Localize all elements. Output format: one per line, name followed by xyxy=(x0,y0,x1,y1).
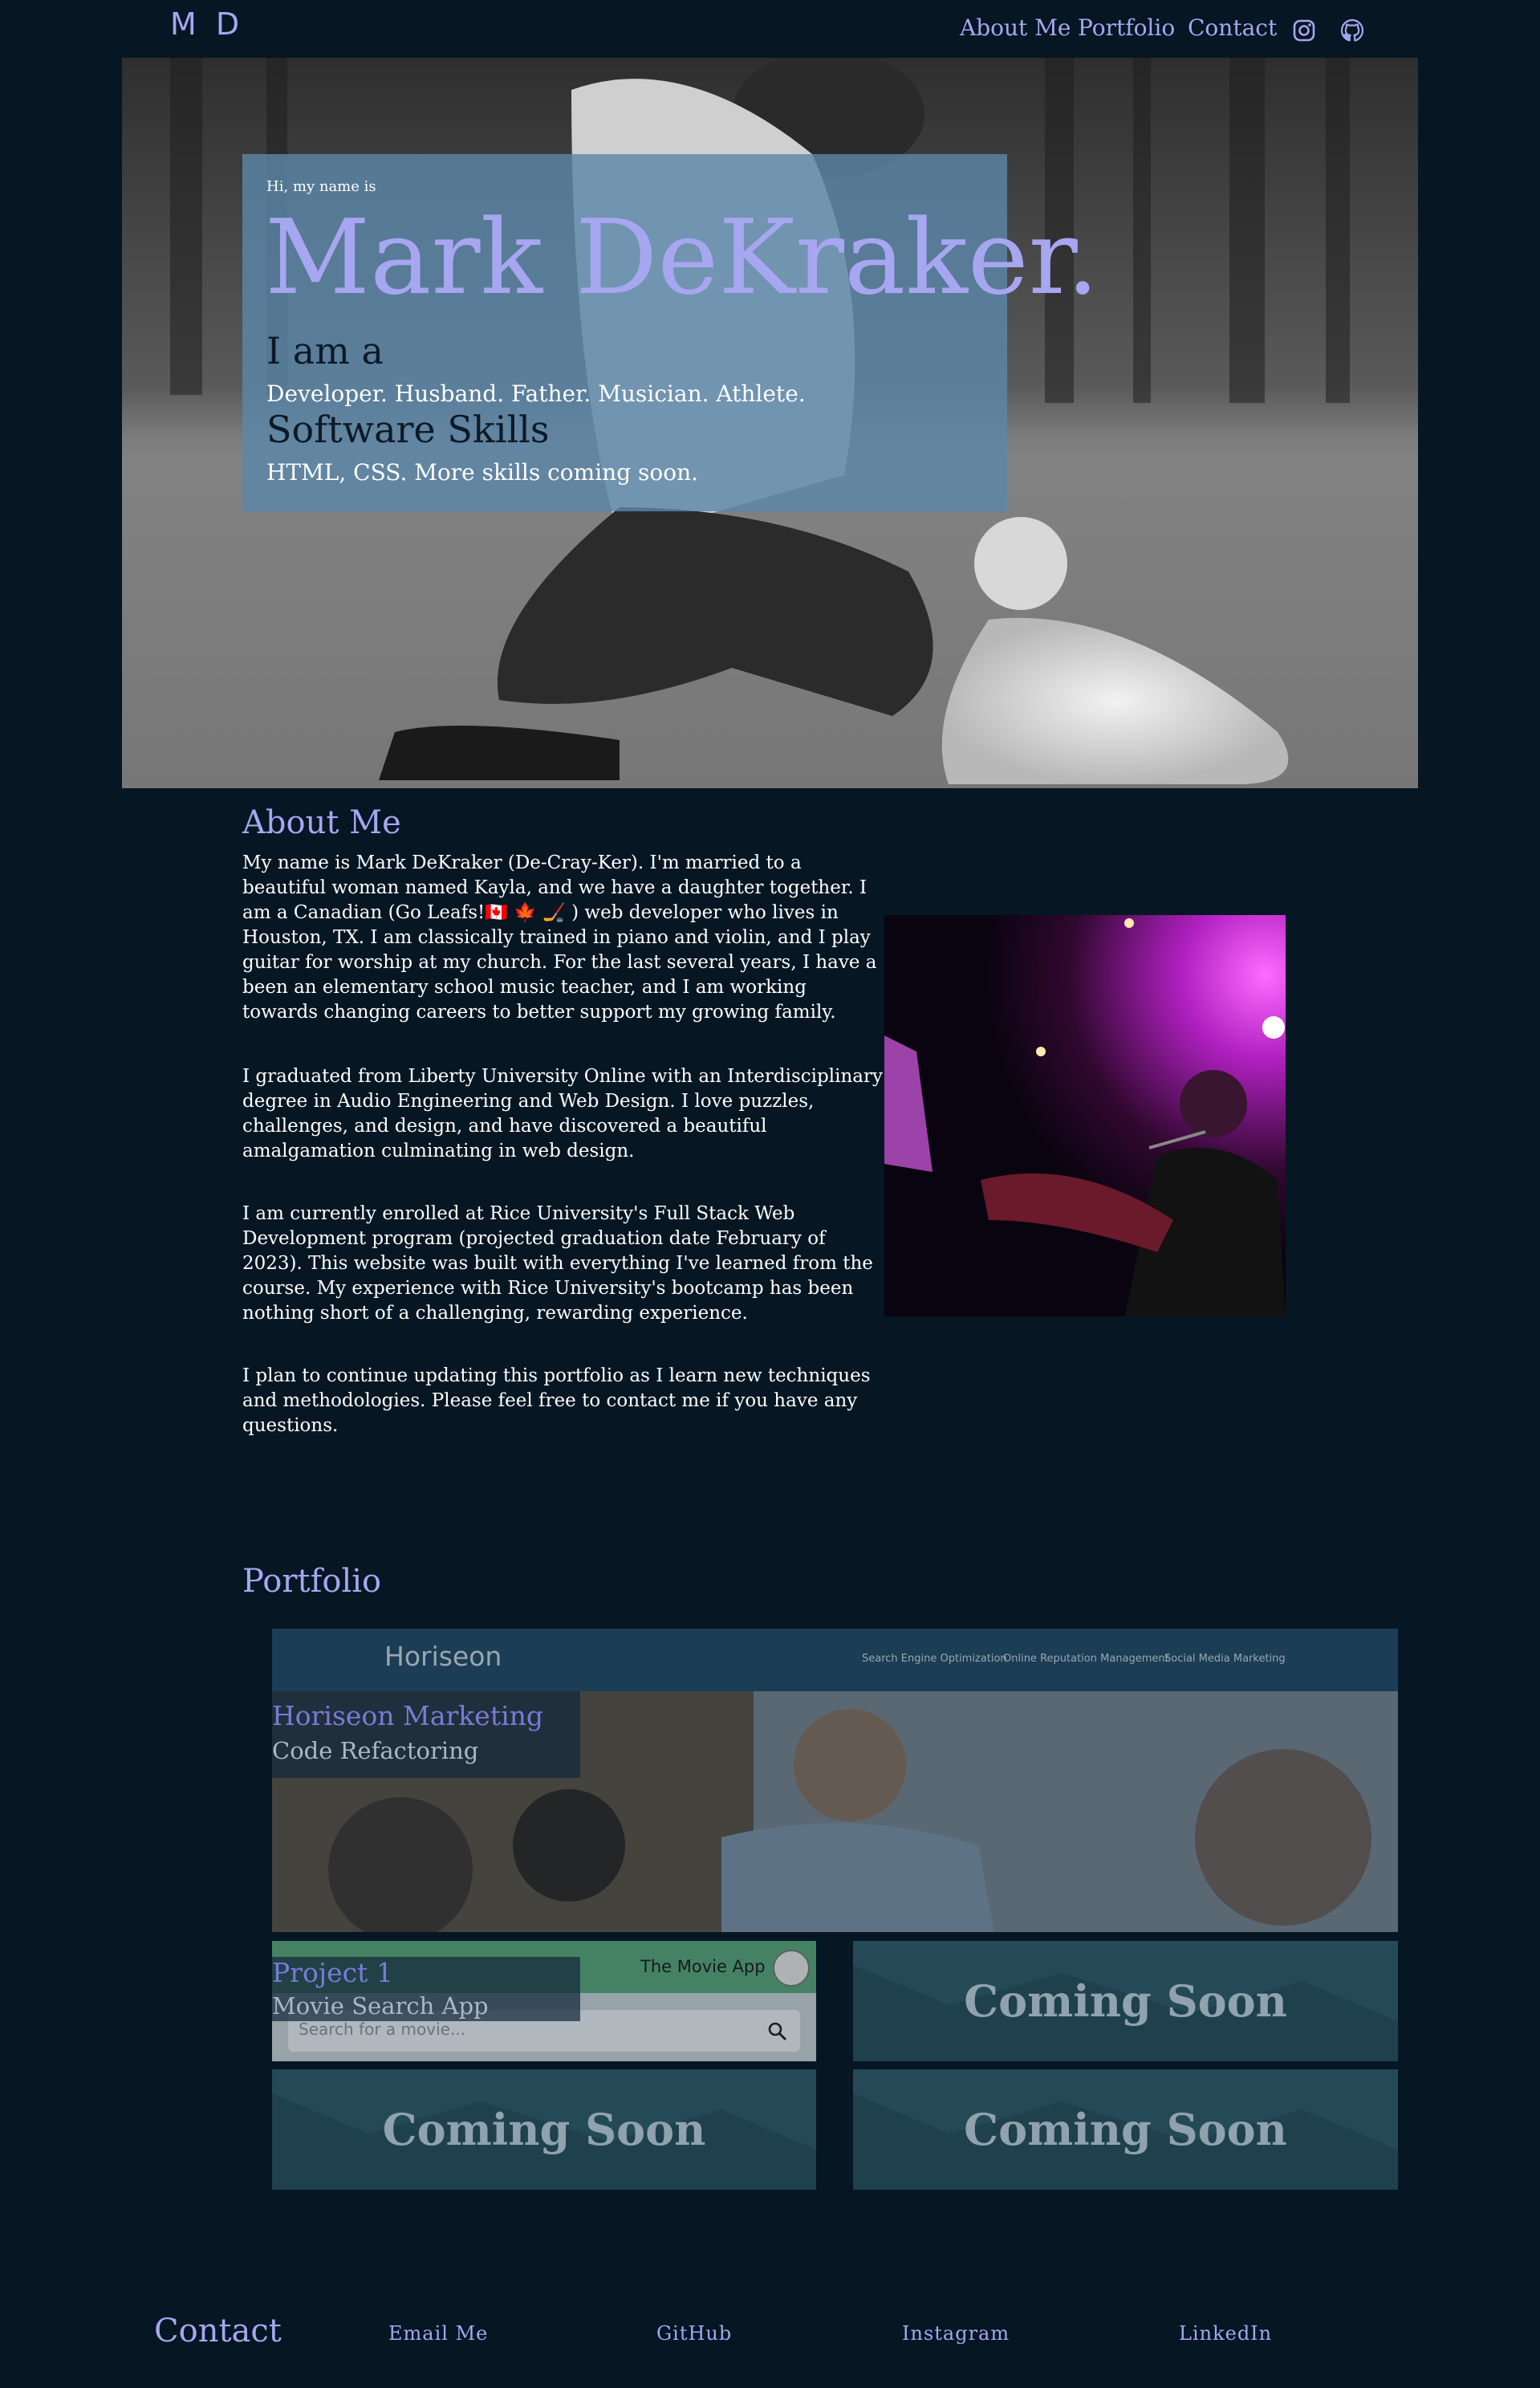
portfolio-title: Portfolio xyxy=(242,1563,382,1600)
iam-heading: I am a xyxy=(266,329,384,372)
project-1-title[interactable]: Project 1 xyxy=(272,1957,393,1988)
about-paragraph-3: I am currently enrolled at Rice Universi… xyxy=(242,1203,873,1324)
intro-name: Mark DeKraker. xyxy=(265,198,1099,318)
coming-soon-text-1: Coming Soon xyxy=(964,1975,1287,2027)
horiseon-nav-2: Online Reputation Management xyxy=(1003,1653,1169,1665)
coming-soon-text-3: Coming Soon xyxy=(964,2104,1287,2155)
about-paragraph-4: I plan to continue updating this portfol… xyxy=(242,1365,871,1436)
about-paragraph-2: I graduated from Liberty University Onli… xyxy=(242,1066,883,1161)
horiseon-nav-3: Social Media Marketing xyxy=(1164,1653,1286,1665)
contact-instagram-link[interactable]: Instagram xyxy=(902,2322,1010,2345)
contact-linkedin-link[interactable]: LinkedIn xyxy=(1179,2322,1272,2345)
about-photo xyxy=(884,915,1286,1316)
nav-about-me[interactable]: About Me xyxy=(960,14,1071,41)
contact-github-link[interactable]: GitHub xyxy=(656,2322,732,2345)
nav-portfolio[interactable]: Portfolio xyxy=(1078,14,1175,41)
skills-text: HTML, CSS. More skills coming soon. xyxy=(266,459,699,486)
featured-project-card[interactable]: Horiseon Search Engine Optimization Onli… xyxy=(272,1629,1398,1932)
contact-title: Contact xyxy=(154,2313,282,2349)
horiseon-nav-1: Search Engine Optimization xyxy=(862,1653,1007,1665)
github-icon[interactable] xyxy=(1339,18,1365,43)
skills-heading: Software Skills xyxy=(266,408,550,451)
featured-project-title[interactable]: Horiseon Marketing xyxy=(272,1700,543,1731)
coming-soon-text-2: Coming Soon xyxy=(382,2104,706,2155)
horiseon-brand: Horiseon xyxy=(384,1641,502,1672)
instagram-icon[interactable] xyxy=(1291,18,1317,43)
coming-soon-card-3: Coming Soon xyxy=(853,2069,1398,2190)
project-1-subtitle: Movie Search App xyxy=(272,1992,489,2020)
site-logo[interactable]: M D xyxy=(170,6,244,42)
featured-project-subtitle: Code Refactoring xyxy=(272,1737,479,1764)
coming-soon-card-1: Coming Soon xyxy=(853,1941,1398,2061)
iam-text: Developer. Husband. Father. Musician. At… xyxy=(266,380,806,407)
coming-soon-card-2: Coming Soon xyxy=(272,2069,816,2190)
contact-email-link[interactable]: Email Me xyxy=(388,2322,488,2345)
project-1-card[interactable]: The Movie App Search for a movie... Proj… xyxy=(272,1941,816,2061)
about-paragraph-1: My name is Mark DeKraker (De-Cray-Ker). … xyxy=(242,852,877,1023)
about-title: About Me xyxy=(242,804,401,841)
nav-contact[interactable]: Contact xyxy=(1188,14,1277,41)
intro-greeting: Hi, my name is xyxy=(266,178,376,195)
